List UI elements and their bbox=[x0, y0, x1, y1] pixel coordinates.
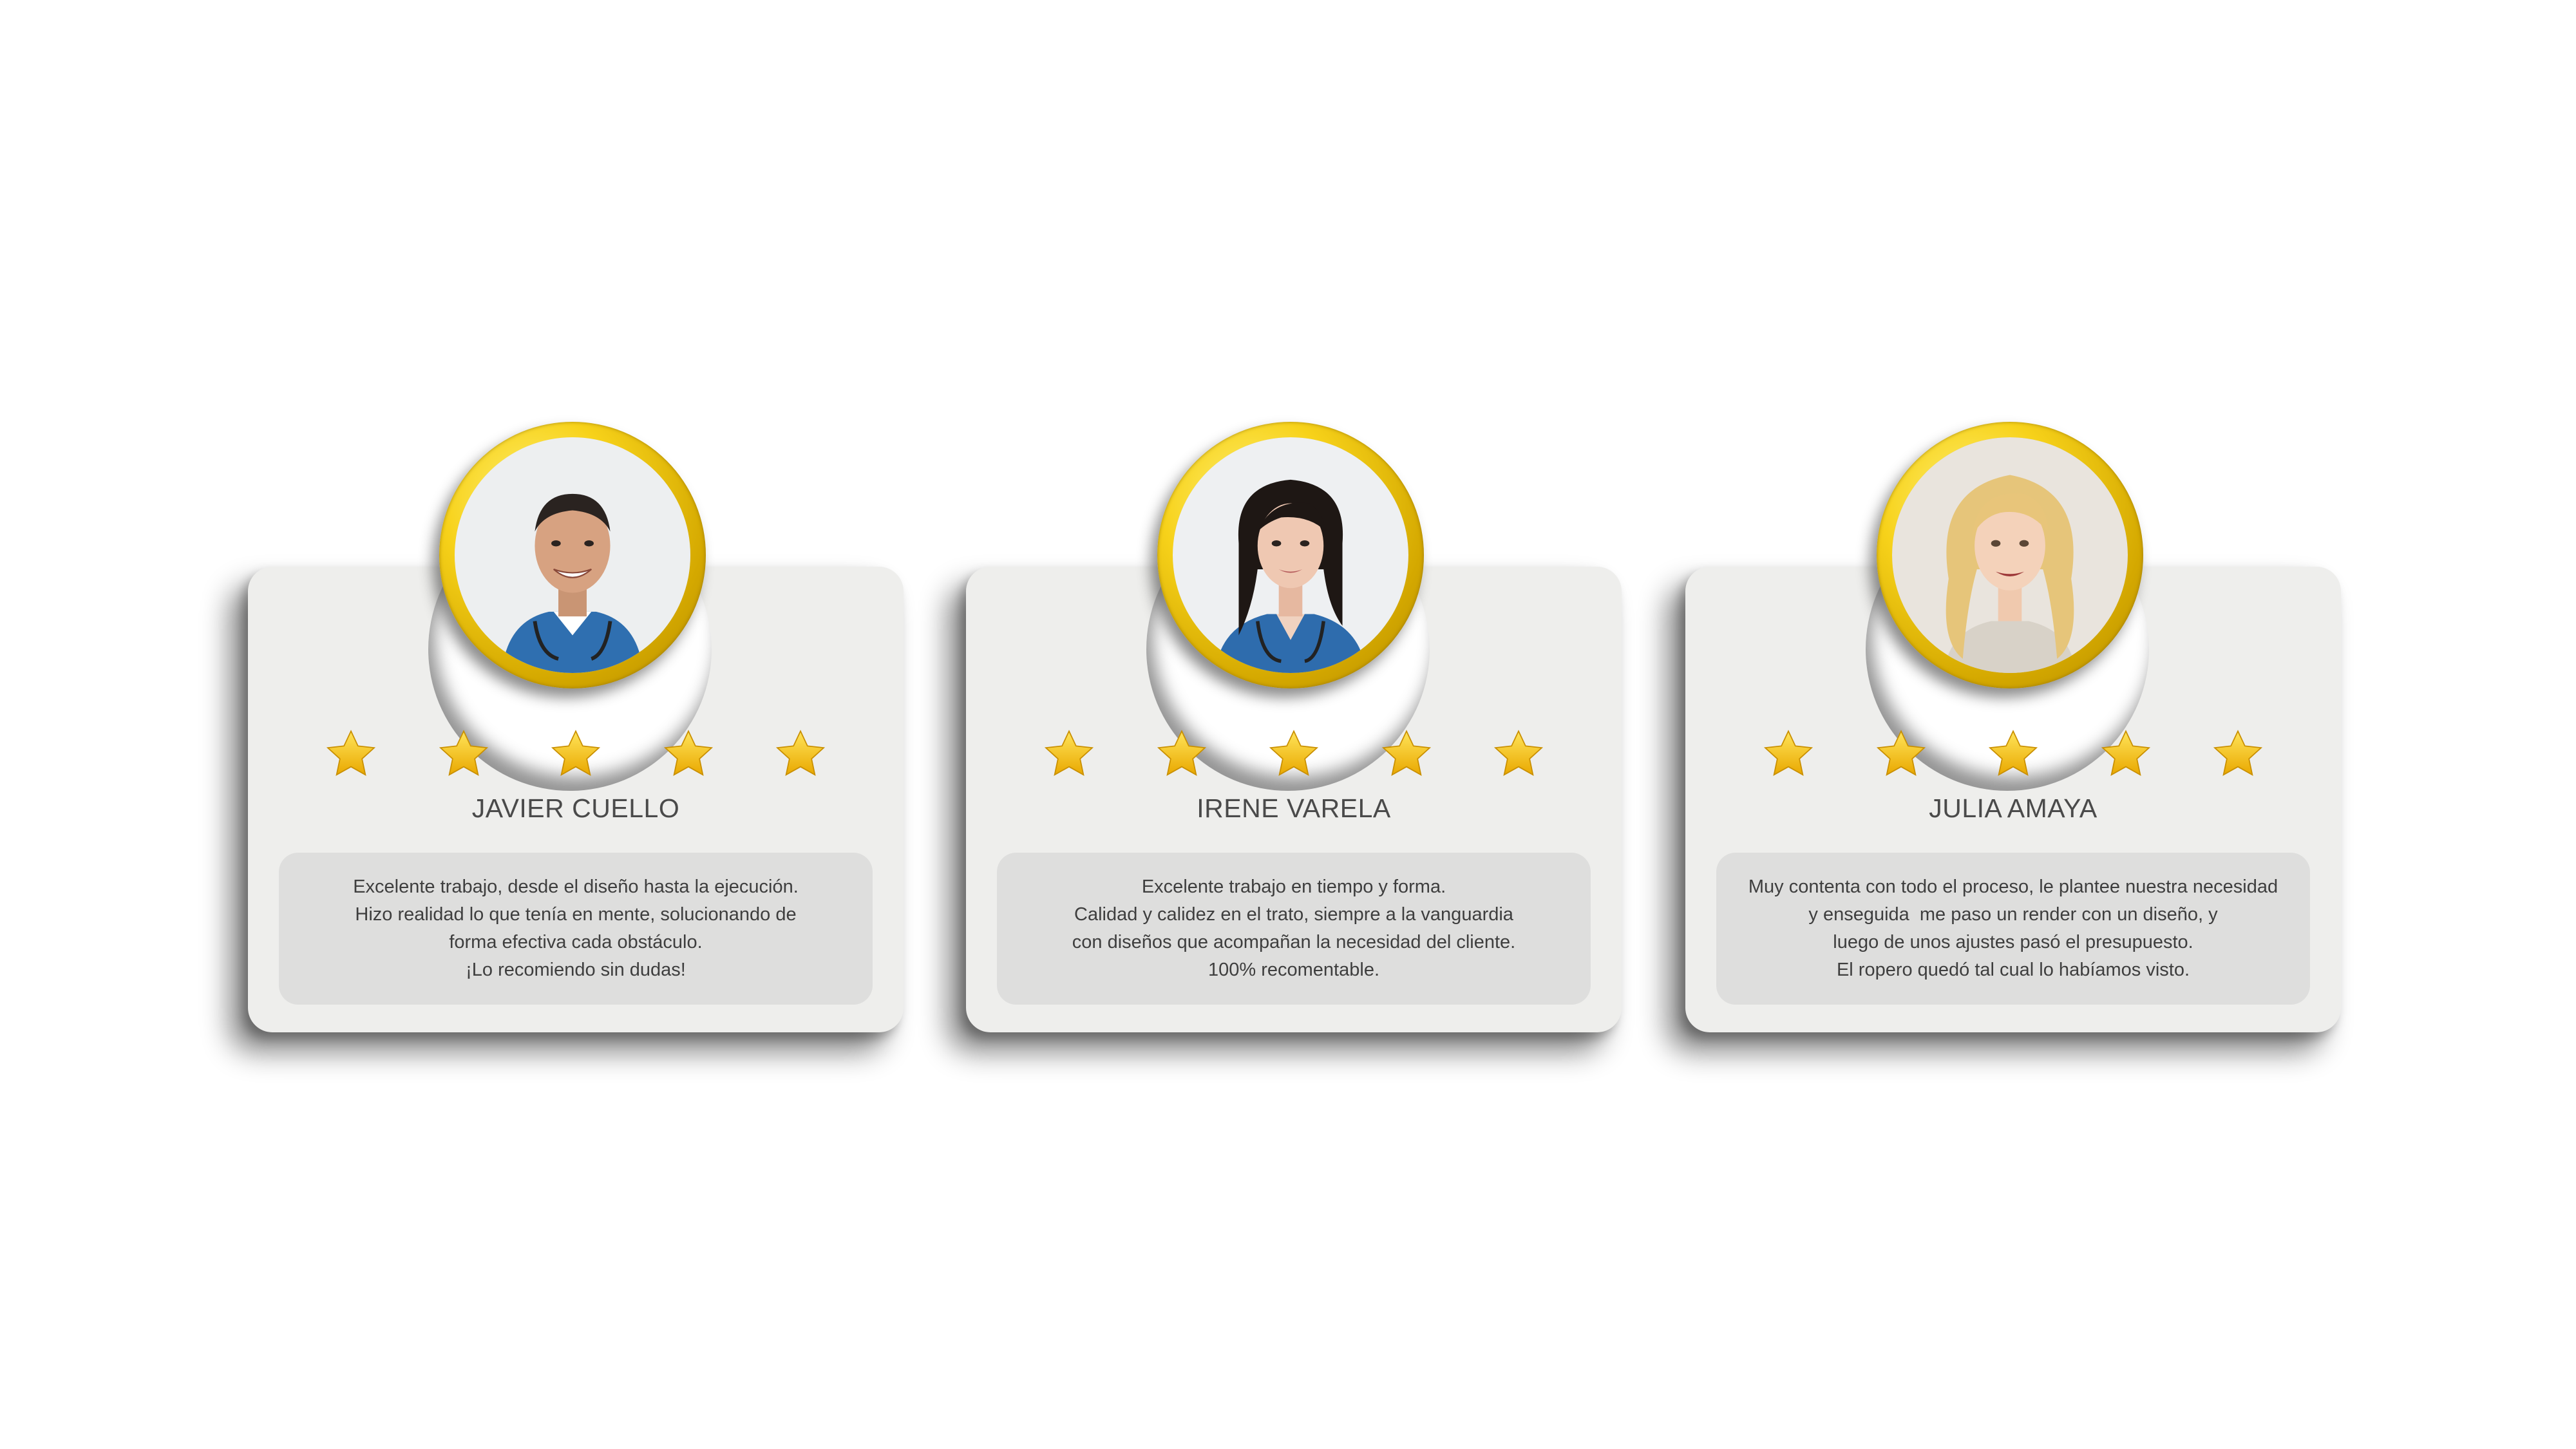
reviewer-name: JULIA AMAYA bbox=[1929, 793, 2098, 823]
star-icon bbox=[1379, 728, 1434, 782]
star-icon bbox=[1986, 728, 2040, 782]
review-text-box: Excelente trabajo, desde el diseño hasta… bbox=[279, 853, 873, 1005]
review-text: Excelente trabajo en tiempo y forma. Cal… bbox=[997, 853, 1591, 1005]
review-card-julia: JULIA AMAYA Muy contenta con todo el pro… bbox=[1685, 422, 2341, 1032]
avatar bbox=[1877, 422, 2143, 688]
female-doctor-avatar-icon bbox=[1173, 437, 1408, 673]
star-icon bbox=[549, 728, 603, 782]
star-icon bbox=[1874, 728, 1928, 782]
review-line: 100% recomentable. bbox=[1208, 960, 1379, 980]
male-doctor-avatar-icon bbox=[455, 437, 690, 673]
star-icon bbox=[324, 728, 378, 782]
star-icon bbox=[1267, 728, 1321, 782]
review-text: Muy contenta con todo el proceso, le pla… bbox=[1716, 853, 2310, 1005]
review-line: Calidad y calidez en el trato, siempre a… bbox=[1074, 904, 1513, 925]
review-line: forma efectiva cada obstáculo. bbox=[449, 932, 703, 952]
star-icon bbox=[1492, 728, 1546, 782]
reviewer-name: IRENE VARELA bbox=[1197, 793, 1391, 823]
review-line: Excelente trabajo en tiempo y forma. bbox=[1141, 876, 1446, 897]
reviewer-name: JAVIER CUELLO bbox=[471, 793, 680, 823]
star-icon bbox=[2099, 728, 2153, 782]
review-line: con diseños que acompañan la necesidad d… bbox=[1072, 932, 1516, 952]
star-rating bbox=[324, 728, 828, 786]
review-text-box: Excelente trabajo en tiempo y forma. Cal… bbox=[997, 853, 1591, 1005]
blonde-woman-avatar-icon bbox=[1892, 437, 2128, 673]
testimonials-section: JAVIER CUELLO Excelente trabajo, desde e… bbox=[0, 0, 2576, 1449]
review-line: luego de unos ajustes pasó el presupuest… bbox=[1833, 932, 2193, 952]
star-rating bbox=[1761, 728, 2265, 786]
review-line: Muy contenta con todo el proceso, le pla… bbox=[1748, 876, 2278, 897]
star-icon bbox=[773, 728, 828, 782]
review-line: Hizo realidad lo que tenía en mente, sol… bbox=[355, 904, 797, 925]
review-card-irene: IRENE VARELA Excelente trabajo en tiempo… bbox=[966, 422, 1622, 1032]
star-icon bbox=[661, 728, 715, 782]
review-card-javier: JAVIER CUELLO Excelente trabajo, desde e… bbox=[248, 422, 904, 1032]
avatar bbox=[439, 422, 706, 688]
review-line: y enseguida me paso un render con un dis… bbox=[1808, 904, 2218, 925]
review-text: Excelente trabajo, desde el diseño hasta… bbox=[279, 853, 873, 1005]
review-line: El ropero quedó tal cual lo habíamos vis… bbox=[1836, 960, 2190, 980]
star-icon bbox=[1042, 728, 1096, 782]
review-text-box: Muy contenta con todo el proceso, le pla… bbox=[1716, 853, 2310, 1005]
review-line: ¡Lo recomiendo sin dudas! bbox=[466, 960, 686, 980]
star-icon bbox=[1155, 728, 1209, 782]
avatar bbox=[1157, 422, 1424, 688]
star-icon bbox=[1761, 728, 1815, 782]
star-rating bbox=[1042, 728, 1546, 786]
review-line: Excelente trabajo, desde el diseño hasta… bbox=[353, 876, 799, 897]
star-icon bbox=[2211, 728, 2265, 782]
star-icon bbox=[437, 728, 491, 782]
